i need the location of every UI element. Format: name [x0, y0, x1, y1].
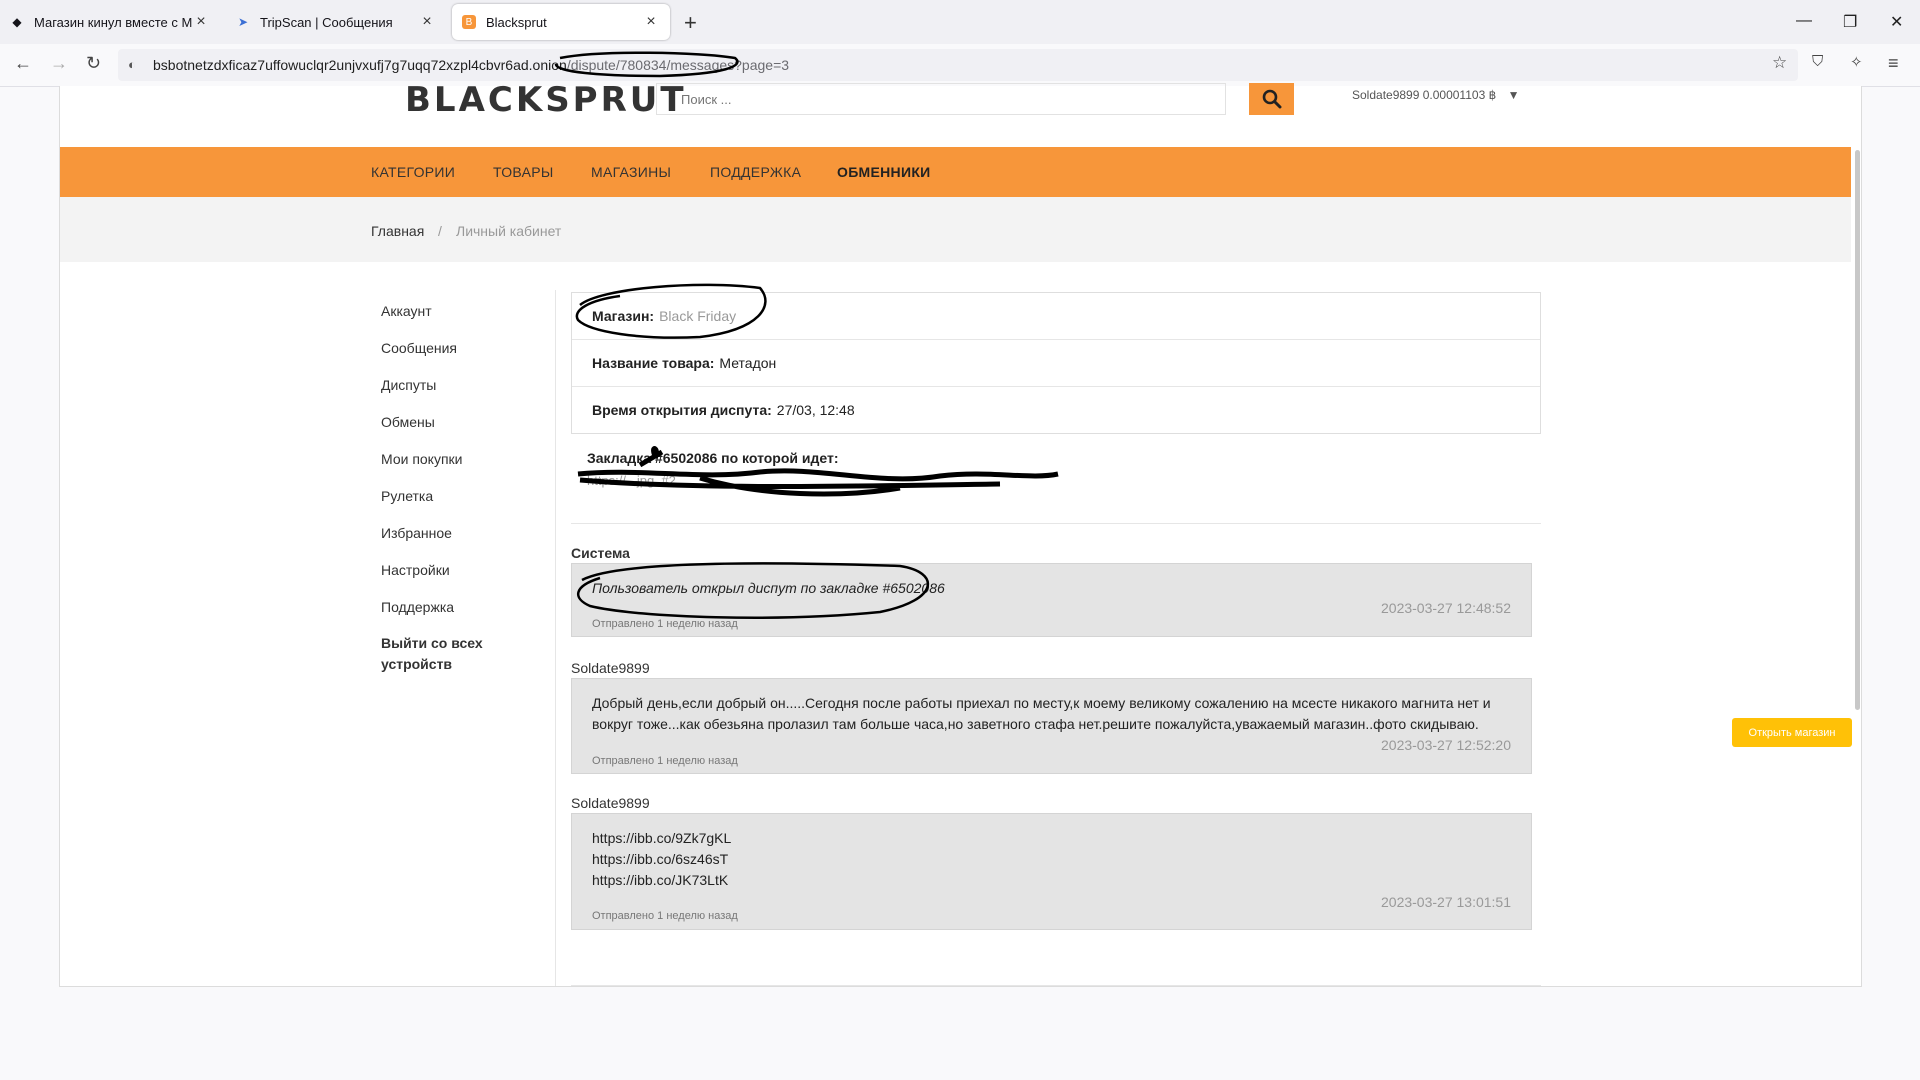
tab-label: TripScan | Сообщения [260, 14, 393, 30]
message-text: Пользователь открыл диспут по закладке #… [592, 580, 945, 596]
sidebar-item-roulette[interactable]: Рулетка [381, 488, 433, 504]
message-author: Soldate9899 [571, 795, 650, 811]
forward-icon[interactable]: → [50, 53, 68, 74]
close-icon[interactable]: × [418, 13, 436, 31]
message-author: Система [571, 545, 630, 561]
logo-text: BLACKSPRUT [405, 80, 687, 120]
url-text[interactable]: bsbotnetzdxficaz7uffowuclqr2unjvxufj7g7u… [153, 57, 789, 73]
shop-label: Магазин: [592, 308, 655, 324]
user-balance-dropdown[interactable]: Soldate9899 0.00001103 ฿ ▼ [1352, 88, 1519, 102]
sidebar-item-account[interactable]: Аккаунт [381, 303, 432, 319]
sidebar-divider [555, 290, 556, 986]
message-author: Soldate9899 [571, 660, 650, 676]
address-bar[interactable]: ◐ bsbotnetzdxficaz7uffowuclqr2unjvxufj7g… [118, 49, 1798, 81]
dispute-product-row: Название товара: Метадон [572, 340, 1540, 387]
user-balance: Soldate9899 0.00001103 ฿ [1352, 88, 1497, 102]
star-icon[interactable]: ☆ [1772, 53, 1787, 73]
open-shop-button[interactable]: Открыть магазин [1732, 718, 1852, 747]
menu-item-support[interactable]: ПОДДЕРЖКА [710, 164, 801, 180]
opened-label: Время открытия диспута: [592, 402, 772, 418]
message-link[interactable]: https://ibb.co/6sz46sT [592, 849, 1511, 870]
message-links: https://ibb.co/9Zk7gKL https://ibb.co/6s… [592, 828, 1511, 891]
breadcrumb-home[interactable]: Главная [371, 223, 424, 239]
message-bubble: Добрый день,если добрый он.....Сегодня п… [571, 678, 1532, 774]
close-icon[interactable]: × [192, 13, 210, 31]
url-path: /dispute/780834/messages?page=3 [566, 57, 790, 73]
message-sent: Отправлено 1 неделю назад [592, 618, 738, 630]
site-logo[interactable]: BLACKSPRUT [405, 80, 687, 120]
message-sent: Отправлено 1 неделю назад [592, 910, 738, 922]
paper-plane-icon: ➤ [237, 15, 249, 29]
sidebar-item-support[interactable]: Поддержка [381, 599, 454, 615]
shop-value[interactable]: Black Friday [659, 308, 736, 324]
minimize-icon[interactable]: — [1796, 12, 1812, 30]
diamond-icon: ◆ [12, 15, 22, 29]
search-button[interactable] [1249, 83, 1294, 115]
extensions-icon[interactable]: ✧ [1850, 53, 1863, 71]
tab-label: Магазин кинул вместе с Моде [34, 14, 192, 30]
site-info-icon[interactable]: ◐ [128, 57, 136, 72]
product-label: Название товара: [592, 355, 715, 371]
message-link[interactable]: https://ibb.co/9Zk7gKL [592, 828, 1511, 849]
bookmark-title: Закладка #6502086 по которой идет: [587, 450, 839, 466]
bookmark-link[interactable]: https://...jpg. #2 [587, 473, 676, 488]
message-bubble: Пользователь открыл диспут по закладке #… [571, 563, 1532, 637]
breadcrumb-current: Личный кабинет [456, 223, 562, 239]
new-tab-icon[interactable]: + [684, 10, 697, 36]
message-text: Добрый день,если добрый он.....Сегодня п… [592, 695, 1491, 732]
search-box [656, 83, 1233, 115]
divider [571, 523, 1541, 524]
opened-value: 27/03, 12:48 [776, 402, 855, 418]
url-host: bsbotnetzdxficaz7uffowuclqr2unjvxufj7g7u… [153, 57, 567, 73]
menu-item-products[interactable]: ТОВАРЫ [493, 164, 554, 180]
divider [571, 985, 1541, 986]
menu-item-exchangers[interactable]: ОБМЕННИКИ [837, 164, 931, 180]
message-timestamp: 2023-03-27 12:52:20 [1381, 737, 1511, 753]
browser-tab-active[interactable]: B Blacksprut × [452, 4, 670, 40]
dispute-shop-row: Магазин: Black Friday [572, 293, 1540, 340]
sidebar-item-exchanges[interactable]: Обмены [381, 414, 435, 430]
tab-label: Blacksprut [486, 14, 547, 30]
sidebar-item-messages[interactable]: Сообщения [381, 340, 457, 356]
sidebar-item-disputes[interactable]: Диспуты [381, 377, 436, 393]
back-icon[interactable]: ← [14, 53, 32, 74]
breadcrumb-separator: / [438, 223, 442, 239]
page-scrollbar[interactable] [1855, 150, 1860, 710]
product-value: Метадон [719, 355, 777, 371]
message-timestamp: 2023-03-27 12:48:52 [1381, 600, 1511, 616]
blacksprut-favicon: B [462, 15, 476, 29]
breadcrumb: Главная / Личный кабинет [60, 197, 1851, 262]
main-menu: КАТЕГОРИИ ТОВАРЫ МАГАЗИНЫ ПОДДЕРЖКА ОБМЕ… [60, 147, 1851, 197]
sidebar-item-purchases[interactable]: Мои покупки [381, 451, 463, 467]
reload-icon[interactable]: ↻ [86, 53, 101, 74]
sidebar-item-favorites[interactable]: Избранное [381, 525, 452, 541]
chevron-down-icon: ▼ [1507, 88, 1520, 102]
sidebar-item-logout-all[interactable]: Выйти со всех устройств [381, 633, 501, 675]
search-input[interactable] [657, 84, 1233, 114]
shield-icon[interactable]: ⛉ [1812, 53, 1823, 70]
dispute-info: Магазин: Black Friday Название товара: М… [571, 292, 1541, 434]
message-link[interactable]: https://ibb.co/JK73LtK [592, 870, 1511, 891]
menu-icon[interactable]: ≡ [1888, 53, 1899, 74]
dispute-opened-row: Время открытия диспута: 27/03, 12:48 [572, 387, 1540, 433]
message-timestamp: 2023-03-27 13:01:51 [1381, 894, 1511, 910]
browser-nav-bar: ← → ↻ ◐ bsbotnetzdxficaz7uffowuclqr2unjv… [0, 44, 1920, 87]
browser-tab-bar: ◆ Магазин кинул вместе с Моде × ➤ TripSc… [0, 0, 1920, 44]
restore-icon[interactable]: ❐ [1843, 12, 1857, 32]
browser-tab[interactable]: ◆ Магазин кинул вместе с Моде × [0, 4, 220, 40]
sidebar-item-settings[interactable]: Настройки [381, 562, 450, 578]
message-sent: Отправлено 1 неделю назад [592, 755, 738, 767]
message-bubble: https://ibb.co/9Zk7gKL https://ibb.co/6s… [571, 813, 1532, 930]
close-window-icon[interactable]: ✕ [1890, 12, 1903, 32]
browser-tab[interactable]: ➤ TripScan | Сообщения × [226, 4, 446, 40]
close-icon[interactable]: × [642, 13, 660, 31]
menu-item-categories[interactable]: КАТЕГОРИИ [371, 164, 455, 180]
search-icon [1262, 89, 1281, 109]
menu-item-shops[interactable]: МАГАЗИНЫ [591, 164, 671, 180]
